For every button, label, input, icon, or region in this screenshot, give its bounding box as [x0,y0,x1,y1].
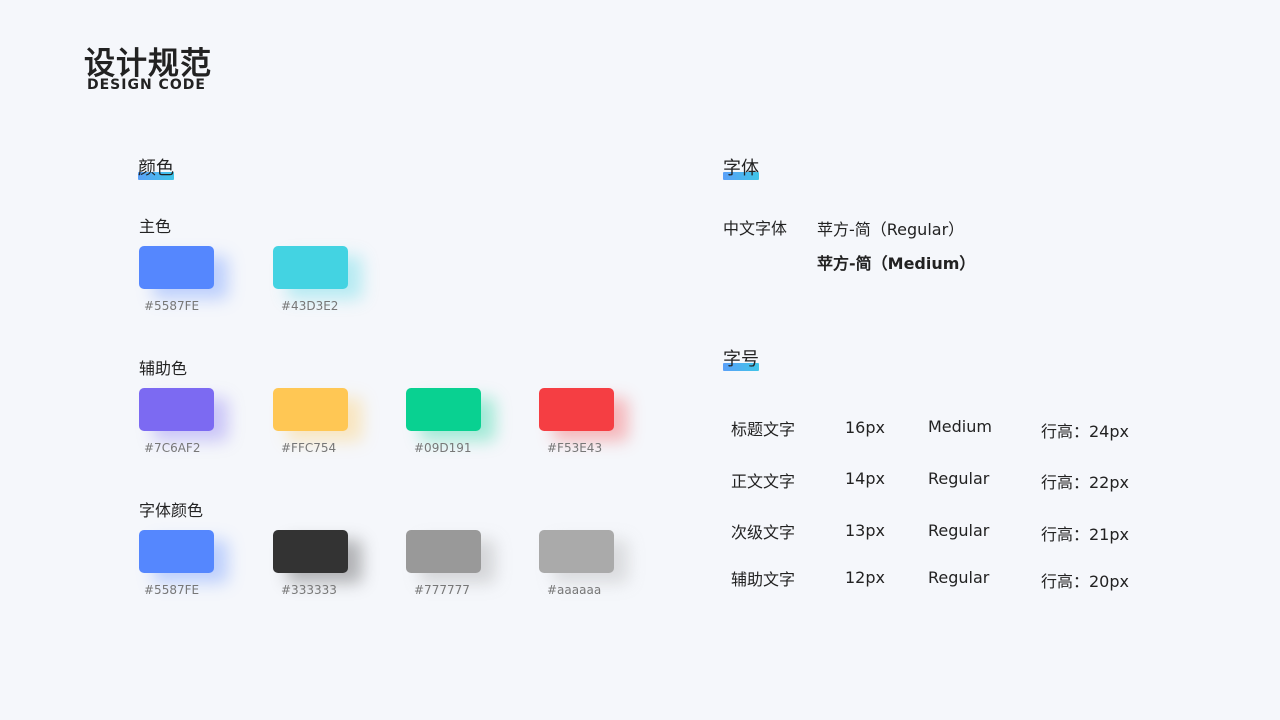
color-swatch [139,388,214,431]
font-sample-medium: 苹方-简（Medium） [817,254,976,273]
color-hex-code: #F53E43 [547,441,603,455]
size-row-name: 标题文字 [731,420,796,439]
color-swatch [139,530,214,573]
color-hex-code: #7C6AF2 [144,441,201,455]
size-row-line-height: 行高：24px [1041,422,1129,441]
chinese-font-label: 中文字体 [723,219,788,238]
color-swatch [406,530,481,573]
size-row-line-height: 行高：22px [1041,473,1129,492]
font-sample-regular: 苹方-简（Regular） [817,220,965,239]
sizes-section-title: 字号 [723,348,759,372]
size-row-weight: Regular [928,521,990,540]
size-row-size: 14px [845,469,885,488]
size-row-size: 16px [845,418,885,437]
color-hex-code: #FFC754 [281,441,337,455]
page-subtitle: DESIGN CODE [87,77,206,93]
color-hex-code: #5587FE [144,583,200,597]
color-hex-code: #aaaaaa [547,583,602,597]
font-colors-label: 字体颜色 [139,501,204,520]
size-row-line-height: 行高：21px [1041,525,1129,544]
color-hex-code: #5587FE [144,299,200,313]
color-hex-code: #43D3E2 [281,299,339,313]
color-swatch [273,246,348,289]
color-swatch [273,388,348,431]
size-row-size: 12px [845,568,885,587]
color-hex-code: #09D191 [414,441,472,455]
size-row-name: 次级文字 [731,523,796,542]
fonts-section-title-text: 字体 [723,158,759,179]
size-row-line-height: 行高：20px [1041,572,1129,591]
colors-section-title: 颜色 [138,157,174,181]
color-swatch [539,530,614,573]
secondary-colors-label: 辅助色 [139,359,188,378]
primary-colors-label: 主色 [139,217,172,236]
color-hex-code: #333333 [281,583,337,597]
color-swatch [273,530,348,573]
color-swatch [406,388,481,431]
size-row-size: 13px [845,521,885,540]
color-hex-code: #777777 [414,583,470,597]
sizes-section-title-text: 字号 [723,349,759,370]
color-swatch [539,388,614,431]
color-swatch [139,246,214,289]
size-row-name: 正文文字 [731,472,796,491]
colors-section-title-text: 颜色 [138,158,174,179]
size-row-name: 辅助文字 [731,570,796,589]
size-row-weight: Regular [928,568,990,587]
size-row-weight: Regular [928,469,990,488]
size-row-weight: Medium [928,417,992,436]
fonts-section-title: 字体 [723,157,759,181]
